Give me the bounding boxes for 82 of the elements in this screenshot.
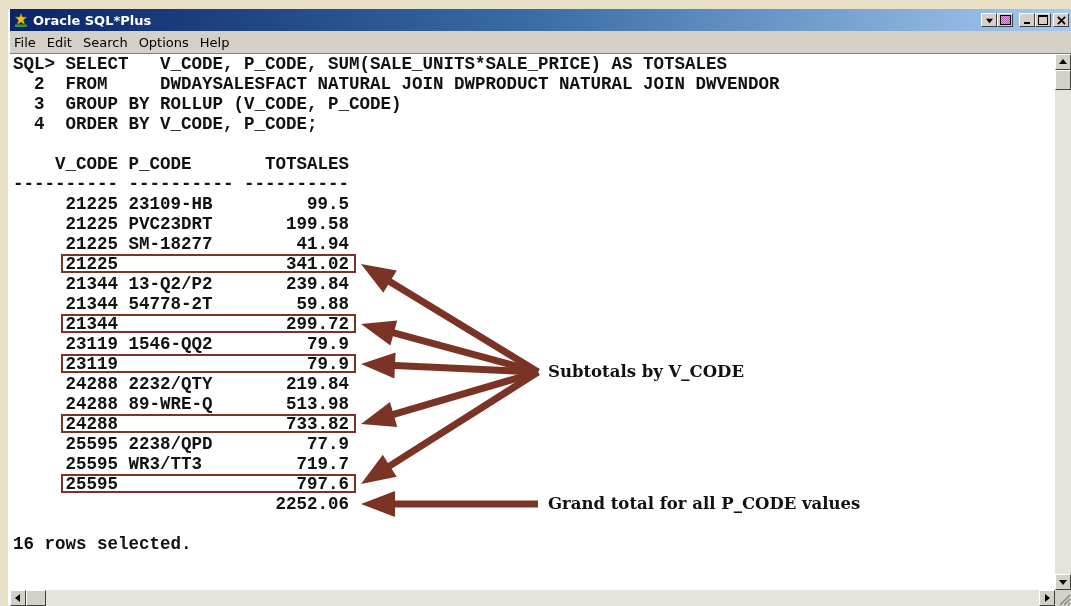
table-cell: 1546-QQ2 [128, 334, 213, 354]
table-cell: 13-Q2/P2 [128, 274, 213, 294]
scrollbar-thumb[interactable] [1055, 70, 1071, 90]
table-cell: 21225 [65, 234, 118, 254]
down-arrow-icon [1059, 578, 1067, 586]
column-header: TOTSALES [264, 154, 350, 174]
window-icon [999, 15, 1011, 25]
menu-item[interactable]: File [14, 34, 36, 50]
left-arrow-icon [14, 594, 22, 602]
table-cell: 21225 [65, 214, 118, 234]
table-cell: 24288 [65, 414, 118, 434]
table-cell: 41.94 [296, 234, 350, 254]
restore-button[interactable] [997, 13, 1013, 27]
scroll-left-button[interactable] [10, 590, 26, 606]
maximize-icon [1038, 15, 1048, 25]
header-rule: ---------- ---------- ---------- [13, 174, 350, 194]
up-arrow-icon [1059, 58, 1067, 66]
table-cell: 21225 [65, 254, 118, 274]
app-icon [13, 12, 29, 28]
table-cell: 2238/QPD [128, 434, 213, 454]
table-cell: 23119 [65, 334, 118, 354]
right-arrow-icon [1043, 594, 1051, 602]
table-cell: 299.72 [286, 314, 350, 334]
maximize-button[interactable] [1035, 13, 1051, 27]
table-cell: 21344 [65, 294, 118, 314]
sql-command-line: 4 ORDER BY V_CODE, P_CODE; [33, 114, 318, 134]
scroll-down-button[interactable] [1055, 574, 1071, 590]
table-cell: 79.9 [307, 334, 350, 354]
table-cell: 21225 [65, 194, 118, 214]
table-cell: 719.7 [296, 454, 350, 474]
table-cell: 513.98 [286, 394, 350, 414]
column-header: V_CODE [54, 154, 118, 174]
close-icon [1056, 15, 1066, 25]
table-cell: 59.88 [296, 294, 350, 314]
sql-command-line: 3 GROUP BY ROLLUP (V_CODE, P_CODE) [33, 94, 402, 114]
minimize-button[interactable] [1019, 13, 1035, 27]
table-cell: PVC23DRT [128, 214, 213, 234]
column-header: P_CODE [128, 154, 193, 174]
sql-command-line: 2 FROM DWDAYSALESFACT NATURAL JOIN DWPRODUCT NATURAL JOIN DWVENDOR [33, 74, 780, 94]
sql-command-line: SQL> SELECT V_CODE, P_CODE, SUM(SALE_UNITS*SALE_PRICE) AS TOTSALES [13, 54, 728, 74]
table-cell: 21344 [65, 314, 118, 334]
table-cell: 797.6 [296, 474, 350, 494]
menu-item[interactable]: Options [138, 34, 189, 50]
table-cell: 25595 [65, 474, 118, 494]
menu-item[interactable]: Help [199, 34, 230, 50]
table-cell: 77.9 [307, 434, 350, 454]
caret-icon [985, 16, 993, 24]
scrollbar-thumb[interactable] [26, 590, 46, 606]
table-cell: 54778-2T [128, 294, 213, 314]
menu-item[interactable]: Edit [46, 34, 72, 50]
table-cell: 79.9 [307, 354, 350, 374]
table-cell: 23109-HB [128, 194, 213, 214]
table-cell: 341.02 [286, 254, 350, 274]
close-button[interactable] [1053, 13, 1069, 27]
rows-selected-message: 16 rows selected. [13, 534, 192, 554]
table-cell: 2232/QTY [128, 374, 213, 394]
table-cell: 239.84 [286, 274, 350, 294]
table-cell: WR3/TT3 [128, 454, 203, 474]
table-cell: 99.5 [307, 194, 350, 214]
table-cell: 199.58 [286, 214, 350, 234]
callout-label: Subtotals by V_CODE [548, 361, 744, 383]
callout-label: Grand total for all P_CODE values [548, 493, 861, 515]
window-title: Oracle SQL*Plus [33, 12, 152, 28]
table-cell: 24288 [65, 394, 118, 414]
horizontal-scrollbar[interactable] [10, 590, 1071, 606]
scroll-up-button[interactable] [1055, 54, 1071, 70]
minimize-icon [1024, 22, 1030, 24]
resize-grip-icon[interactable] [1055, 590, 1071, 606]
table-cell: 23119 [65, 354, 118, 374]
table-cell: 25595 [65, 434, 118, 454]
window-menu-button[interactable] [981, 13, 997, 27]
table-cell: 24288 [65, 374, 118, 394]
table-cell: 25595 [65, 454, 118, 474]
table-cell: SM-18277 [128, 234, 213, 254]
table-cell: 219.84 [286, 374, 350, 394]
table-cell: 89-WRE-Q [128, 394, 213, 414]
table-cell: 2252.06 [275, 494, 350, 514]
table-cell: 21344 [65, 274, 118, 294]
menu-item[interactable]: Search [82, 34, 128, 50]
scroll-right-button[interactable] [1039, 590, 1055, 606]
vertical-scrollbar[interactable] [1055, 53, 1071, 590]
table-cell: 733.82 [286, 414, 350, 434]
